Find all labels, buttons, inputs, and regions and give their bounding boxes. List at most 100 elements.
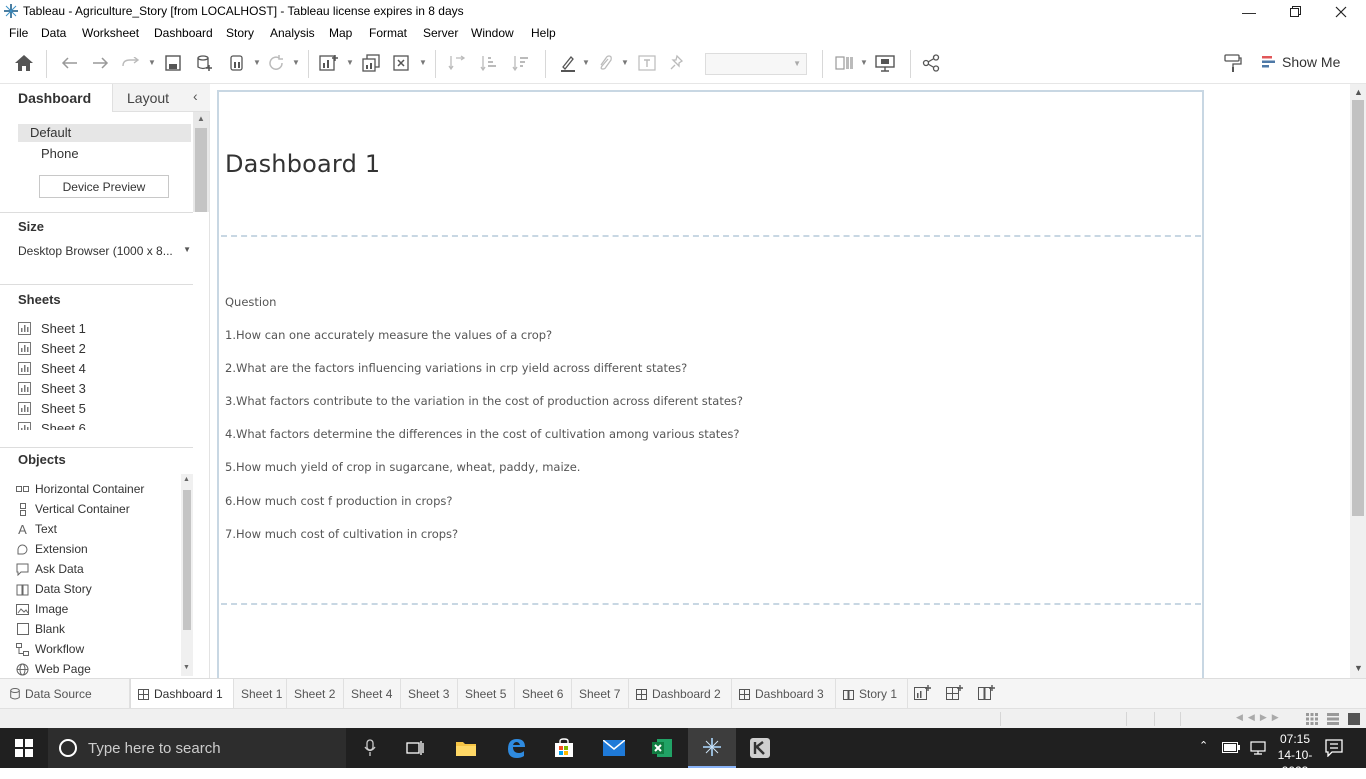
grid-view-icon[interactable]: [1306, 713, 1318, 725]
tab-dashboard-2[interactable]: Dashboard 2: [629, 679, 732, 709]
network-icon[interactable]: [1250, 740, 1266, 756]
show-mark-labels-button[interactable]: [636, 52, 658, 74]
restore-button[interactable]: [1272, 0, 1318, 23]
sheet-item[interactable]: Sheet 2: [18, 341, 86, 356]
device-phone-option[interactable]: Phone: [41, 146, 79, 161]
battery-icon[interactable]: [1222, 742, 1240, 753]
tab-dashboard[interactable]: Dashboard: [0, 84, 112, 112]
menu-help[interactable]: Help: [531, 26, 556, 40]
new-dashboard-tab-button[interactable]: [946, 685, 964, 706]
start-button[interactable]: [0, 728, 48, 768]
file-explorer-button[interactable]: [442, 728, 490, 768]
object-image[interactable]: Image: [16, 602, 68, 616]
save-button[interactable]: [162, 52, 184, 74]
object-blank[interactable]: Blank: [16, 622, 65, 636]
tableau-taskbar-button[interactable]: [688, 728, 736, 768]
device-preview-button[interactable]: Device Preview: [39, 175, 169, 198]
clear-sheet-button[interactable]: [392, 52, 414, 74]
task-view-button[interactable]: [391, 728, 439, 768]
store-button[interactable]: [540, 728, 588, 768]
size-dropdown[interactable]: Desktop Browser (1000 x 8... ▼: [18, 242, 193, 260]
chevron-up-icon[interactable]: ⌃: [1199, 739, 1208, 752]
object-data-story[interactable]: Data Story: [16, 582, 92, 596]
tab-layout[interactable]: Layout ‹: [112, 84, 210, 112]
fix-axes-button[interactable]: [666, 52, 688, 74]
highlight-button[interactable]: [557, 52, 579, 74]
filmstrip-view-icon[interactable]: [1327, 713, 1339, 725]
object-vertical-container[interactable]: Vertical Container: [16, 502, 130, 516]
menu-window[interactable]: Window: [471, 26, 514, 40]
sheet-item[interactable]: Sheet 3: [18, 381, 86, 396]
dashboard-title[interactable]: Dashboard 1: [225, 150, 380, 178]
object-ask-data[interactable]: Ask Data: [16, 562, 84, 576]
tab-sheet[interactable]: Sheet 5: [458, 679, 515, 709]
menu-map[interactable]: Map: [329, 26, 352, 40]
fit-dropdown[interactable]: ▼: [705, 53, 807, 75]
tab-sheet[interactable]: Sheet 7: [572, 679, 629, 709]
tab-dashboard-3[interactable]: Dashboard 3: [732, 679, 836, 709]
menu-data[interactable]: Data: [41, 26, 66, 40]
tabs-view-icon[interactable]: [1348, 713, 1360, 725]
show-cards-button[interactable]: [834, 52, 856, 74]
menu-worksheet[interactable]: Worksheet: [82, 26, 139, 40]
format-painter-button[interactable]: [1222, 52, 1244, 74]
tab-sheet[interactable]: Sheet 2: [287, 679, 344, 709]
object-extension[interactable]: Extension: [16, 542, 88, 556]
sheet-item[interactable]: Sheet 4: [18, 361, 86, 376]
object-text[interactable]: A Text: [16, 522, 57, 537]
mail-button[interactable]: [590, 728, 638, 768]
canvas-vertical-scrollbar[interactable]: ▲ ▼: [1350, 84, 1366, 678]
clock[interactable]: 07:15 14-10-2023: [1270, 731, 1320, 779]
object-workflow[interactable]: Workflow: [16, 642, 84, 656]
pause-updates-button[interactable]: [226, 52, 248, 74]
tab-sheet[interactable]: Sheet 1: [234, 679, 287, 709]
new-data-source-button[interactable]: [194, 52, 216, 74]
chevron-down-icon[interactable]: ▼: [419, 58, 427, 67]
chevron-down-icon[interactable]: ▼: [148, 58, 156, 67]
chevron-down-icon[interactable]: ▼: [253, 58, 261, 67]
undo-button[interactable]: [58, 52, 80, 74]
presentation-mode-button[interactable]: [874, 52, 896, 74]
tab-data-source[interactable]: Data Source: [0, 679, 130, 709]
sheet-item[interactable]: Sheet 5: [18, 401, 86, 416]
home-button[interactable]: [13, 52, 35, 74]
menu-file[interactable]: File: [9, 26, 28, 40]
close-button[interactable]: [1318, 0, 1364, 23]
tab-navigation-arrows[interactable]: ◀◀▶▶: [1236, 712, 1284, 723]
chevron-down-icon[interactable]: ▼: [582, 58, 590, 67]
device-scrollbar[interactable]: ▲: [193, 112, 209, 212]
taskbar-search-box[interactable]: Type here to search: [48, 728, 376, 768]
sheet-item[interactable]: Sheet 6: [18, 421, 86, 430]
tab-story-1[interactable]: Story 1: [836, 679, 908, 709]
sort-ascending-button[interactable]: [478, 52, 500, 74]
refresh-button[interactable]: [265, 52, 287, 74]
menu-analysis[interactable]: Analysis: [270, 26, 315, 40]
tab-dashboard-1[interactable]: Dashboard 1: [130, 679, 234, 709]
minimize-button[interactable]: —: [1226, 0, 1272, 23]
new-story-tab-button[interactable]: [978, 685, 996, 706]
swap-rows-columns-button[interactable]: [446, 52, 468, 74]
menu-story[interactable]: Story: [226, 26, 254, 40]
new-worksheet-button[interactable]: [318, 52, 340, 74]
tab-sheet[interactable]: Sheet 6: [515, 679, 572, 709]
object-web-page[interactable]: Web Page: [16, 662, 91, 676]
chevron-down-icon[interactable]: ▼: [860, 58, 868, 67]
scrollbar-thumb[interactable]: [1352, 100, 1364, 516]
sort-descending-button[interactable]: [510, 52, 532, 74]
redo-button[interactable]: [90, 52, 112, 74]
app-button[interactable]: [736, 728, 784, 768]
chevron-down-icon[interactable]: ▼: [346, 58, 354, 67]
menu-dashboard[interactable]: Dashboard: [154, 26, 213, 40]
replay-button[interactable]: [120, 52, 142, 74]
menu-format[interactable]: Format: [369, 26, 407, 40]
notifications-icon[interactable]: [1325, 739, 1343, 757]
object-horizontal-container[interactable]: Horizontal Container: [16, 482, 144, 496]
duplicate-sheet-button[interactable]: [360, 52, 382, 74]
share-button[interactable]: [920, 52, 942, 74]
sheet-item[interactable]: Sheet 1: [18, 321, 86, 336]
menu-server[interactable]: Server: [423, 26, 458, 40]
new-worksheet-tab-button[interactable]: [914, 685, 932, 706]
tab-sheet[interactable]: Sheet 3: [401, 679, 458, 709]
microphone-icon[interactable]: [364, 739, 376, 757]
device-default-option[interactable]: Default: [18, 124, 191, 142]
